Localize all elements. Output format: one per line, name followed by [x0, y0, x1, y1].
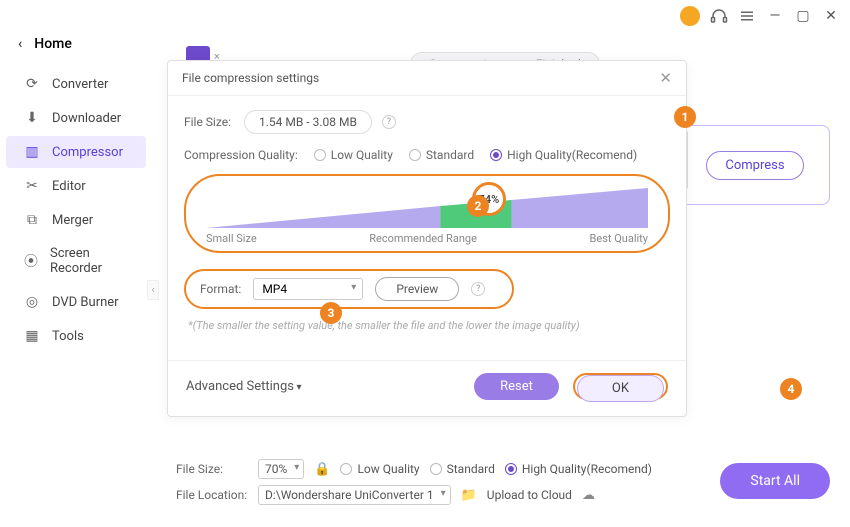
bb-standard-option[interactable]: Standard [430, 462, 495, 476]
quality-slider-container: 74% Small Size Recommended Range Best Qu… [184, 174, 670, 253]
sidebar-item-label: DVD Burner [52, 295, 119, 310]
close-button[interactable]: ✕ [822, 8, 840, 24]
maximize-button[interactable]: ▢ [794, 8, 812, 24]
bb-location-select[interactable]: D:\Wondershare UniConverter 1 [258, 485, 451, 505]
sidebar-item-label: Merger [52, 213, 93, 228]
home-back[interactable]: ‹ Home [0, 28, 152, 66]
sidebar-item-merger[interactable]: ⧉ Merger [6, 204, 146, 236]
sidebar-item-dvd-burner[interactable]: ◎ DVD Burner [6, 286, 146, 318]
merger-icon: ⧉ [24, 212, 40, 228]
folder-icon[interactable]: 📁 [461, 488, 477, 503]
lock-icon[interactable]: 🔒 [314, 462, 330, 477]
sidebar-item-label: Screen Recorder [50, 246, 128, 276]
sidebar-item-label: Downloader [52, 111, 121, 126]
bb-high-option[interactable]: High Quality(Recomend) [505, 462, 652, 476]
high-quality-option[interactable]: High Quality(Recomend) [490, 148, 637, 162]
format-label: Format: [200, 282, 241, 296]
sidebar-item-converter[interactable]: ⟳ Converter [6, 68, 146, 100]
preview-button[interactable]: Preview [375, 277, 459, 301]
dialog-close-button[interactable]: ✕ [659, 69, 672, 87]
advanced-settings-toggle[interactable]: Advanced Settings [186, 379, 302, 394]
sidebar-item-label: Editor [52, 179, 86, 194]
dialog-title: File compression settings [182, 71, 319, 85]
step-badge-2: 2 [467, 195, 489, 217]
cloud-icon[interactable]: ☁ [582, 488, 595, 503]
sidebar-item-downloader[interactable]: ⬇ Downloader [6, 102, 146, 134]
tools-icon: ▦ [24, 328, 40, 344]
filesize-value[interactable]: 1.54 MB - 3.08 MB [244, 110, 372, 134]
cq-label: Compression Quality: [184, 148, 298, 162]
avatar[interactable] [680, 6, 700, 26]
sidebar-item-label: Compressor [52, 145, 123, 160]
chevron-left-icon: ‹ [18, 36, 22, 52]
download-icon: ⬇ [24, 110, 40, 126]
sidebar-collapse[interactable]: ‹ [147, 280, 159, 300]
home-label: Home [34, 36, 72, 52]
filesize-label: File Size: [184, 115, 234, 129]
format-select[interactable]: MP4 [253, 278, 363, 300]
step-badge-3: 3 [320, 302, 342, 324]
bottom-bar: File Size: 70% 🔒 Low Quality Standard Hi… [176, 453, 830, 505]
low-quality-option[interactable]: Low Quality [314, 148, 393, 162]
sidebar-item-tools[interactable]: ▦ Tools [6, 320, 146, 352]
bb-filesize-label: File Size: [176, 462, 248, 476]
recorder-icon: ⦿ [24, 253, 38, 269]
sidebar-item-compressor[interactable]: ▥ Compressor [6, 136, 146, 168]
bb-filesize-select[interactable]: 70% [258, 459, 304, 479]
headset-icon[interactable] [710, 7, 728, 25]
converter-icon: ⟳ [24, 76, 40, 92]
bb-low-option[interactable]: Low Quality [340, 462, 419, 476]
dvd-icon: ◎ [24, 294, 40, 310]
standard-option[interactable]: Standard [409, 148, 474, 162]
ok-button[interactable]: OK [577, 375, 664, 402]
hint-text: *(The smaller the setting value, the sma… [188, 319, 670, 332]
upload-label: Upload to Cloud [487, 488, 572, 502]
help-icon[interactable]: ? [382, 115, 396, 129]
compressor-icon: ▥ [24, 144, 40, 160]
step-badge-4: 4 [780, 378, 802, 400]
editor-icon: ✂ [24, 178, 40, 194]
sidebar-item-label: Tools [52, 329, 84, 344]
reset-button[interactable]: Reset [474, 373, 559, 400]
start-all-button[interactable]: Start All [720, 463, 830, 499]
minimize-button[interactable]: — [766, 8, 784, 24]
bb-location-label: File Location: [176, 488, 248, 502]
sidebar-item-editor[interactable]: ✂ Editor [6, 170, 146, 202]
sidebar: ‹ Home ⟳ Converter ⬇ Downloader ▥ Compre… [0, 20, 152, 362]
step-badge-1: 1 [674, 106, 696, 128]
sidebar-item-screen-recorder[interactable]: ⦿ Screen Recorder [6, 238, 146, 284]
help-icon-2[interactable]: ? [471, 282, 485, 296]
compress-button[interactable]: Compress [706, 151, 803, 180]
sidebar-item-label: Converter [52, 77, 108, 92]
menu-icon[interactable] [738, 7, 756, 25]
task-card: Compress [680, 125, 830, 205]
compression-settings-dialog: File compression settings ✕ File Size: 1… [167, 60, 687, 417]
format-row: Format: MP4 Preview ? [184, 269, 514, 309]
